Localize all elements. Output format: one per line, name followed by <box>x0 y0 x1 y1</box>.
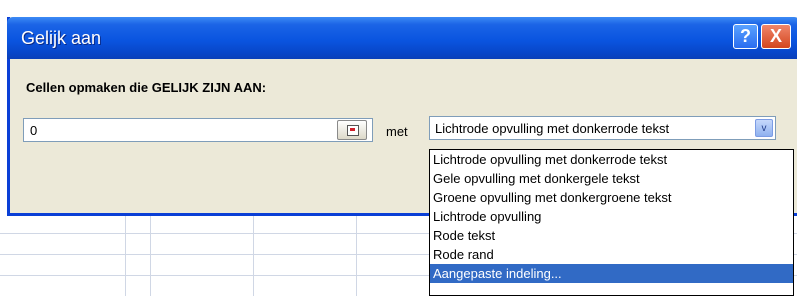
format-option[interactable]: Rode rand <box>430 245 793 264</box>
format-option[interactable]: Lichtrode opvulling met donkerrode tekst <box>430 150 793 169</box>
dialog-titlebar: Gelijk aan ? X <box>7 17 797 59</box>
grid-column-line <box>150 210 151 296</box>
with-label: met <box>386 124 408 139</box>
format-select[interactable]: Lichtrode opvulling met donkerrode tekst… <box>429 116 776 140</box>
format-option[interactable]: Groene opvulling met donkergroene tekst <box>430 188 793 207</box>
grid-column-line <box>356 210 357 296</box>
format-option-custom[interactable]: Aangepaste indeling... <box>430 264 793 283</box>
format-option[interactable]: Lichtrode opvulling <box>430 207 793 226</box>
chevron-down-icon[interactable]: v <box>755 119 773 137</box>
dialog-prompt: Cellen opmaken die GELIJK ZIJN AAN: <box>26 80 267 95</box>
format-select-value: Lichtrode opvulling met donkerrode tekst <box>435 121 670 136</box>
format-dropdown-list: Lichtrode opvulling met donkerrode tekst… <box>429 149 794 296</box>
help-icon: ? <box>740 26 751 46</box>
close-icon: X <box>769 26 782 46</box>
grid-column-line <box>125 210 126 296</box>
range-select-icon <box>347 125 359 136</box>
format-option[interactable]: Gele opvulling met donkergele tekst <box>430 169 793 188</box>
format-option[interactable]: Rode tekst <box>430 226 793 245</box>
help-button[interactable]: ? <box>733 24 758 49</box>
dialog-title: Gelijk aan <box>21 28 102 48</box>
collapse-dialog-button[interactable] <box>337 120 367 140</box>
close-button[interactable]: X <box>761 24 791 49</box>
grid-column-line <box>253 210 254 296</box>
value-input[interactable]: 0 <box>23 118 373 142</box>
